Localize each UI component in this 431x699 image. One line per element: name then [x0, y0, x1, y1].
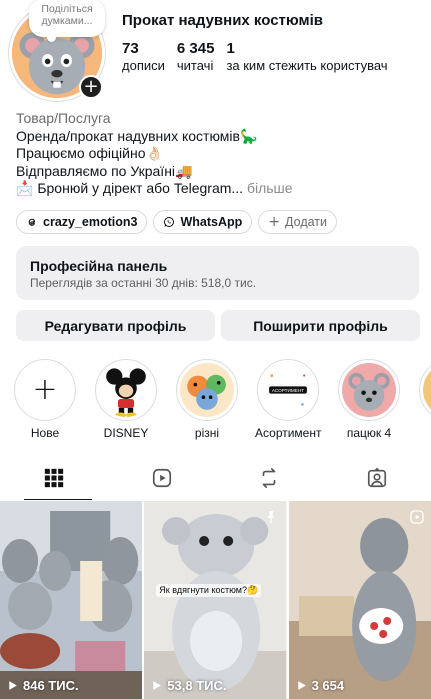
- post-views-count: 53,8 ТИС.: [167, 678, 227, 693]
- highlight-label: DISNEY: [103, 426, 149, 440]
- tab-tagged[interactable]: [323, 456, 431, 500]
- plus-icon: +: [32, 372, 58, 407]
- mickey-image: [99, 363, 153, 417]
- tab-posts-grid[interactable]: [0, 456, 108, 500]
- whatsapp-icon: [164, 217, 175, 227]
- reposts-icon: [263, 468, 276, 488]
- post-views: 3 654: [295, 678, 345, 693]
- tab-reposts[interactable]: [216, 456, 324, 500]
- bio-line: Оренда/прокат надувних костюмів🦕: [16, 127, 258, 144]
- assortment-cover-image: АСОРТИМЕНТ: [261, 363, 315, 417]
- stat-following-label: за ким стежить користувач: [226, 58, 388, 73]
- bio-line: Працюємо офіційно👌🏻: [16, 145, 163, 161]
- profile-avatar-wrap[interactable]: + Поділіться думками...: [9, 0, 109, 105]
- bio-line: 📩 Бронюй у дірект або Telegram...: [16, 180, 244, 196]
- post-overlay-caption: Як вдягнути костюм?🤔: [156, 584, 262, 597]
- grid-icon: [44, 468, 64, 488]
- highlight-label: пацюк 4: [346, 426, 392, 440]
- panel-title: Професійна панель: [30, 258, 168, 274]
- story-highlights: + Нове DISNEY різні АСОРТИМЕНТ Асортимен…: [12, 359, 431, 445]
- professional-dashboard[interactable]: Професійна панель Переглядів за останні …: [16, 246, 419, 300]
- play-icon: [297, 681, 306, 690]
- post-thumbnail[interactable]: Як вдягнути костюм?🤔 53,8 ТИС.: [144, 501, 287, 699]
- play-icon: [153, 681, 162, 690]
- stat-followers[interactable]: 6 345 читачі: [177, 40, 215, 74]
- stat-followers-count: 6 345: [176, 40, 215, 57]
- threads-link-chip[interactable]: crazy_emotion3: [16, 210, 148, 234]
- profile-stats: 73 дописи 6 345 читачі 1 за ким стежить …: [122, 40, 400, 74]
- highlight-patsiuk4-circle[interactable]: [338, 359, 400, 421]
- share-profile-button[interactable]: Поширити профіль: [221, 310, 420, 341]
- stat-followers-label: читачі: [176, 58, 214, 73]
- bio-last-line: 📩 Бронюй у дірект або Telegram... більше: [16, 180, 293, 198]
- post-photo: [0, 501, 143, 699]
- rat-cover-image: [342, 363, 396, 417]
- highlight-new[interactable]: + Нове: [12, 359, 78, 440]
- bio-category: Товар/Послуга: [16, 110, 111, 126]
- note-bubble[interactable]: Поділіться думками...: [29, 0, 105, 42]
- highlight-label: Асортимент: [255, 426, 322, 440]
- bio: Товар/Послуга Оренда/прокат надувних кос…: [16, 110, 293, 198]
- post-views-count: 846 ТИС.: [23, 678, 79, 693]
- tagged-icon: [368, 467, 387, 488]
- posts-grid: 846 ТИС. Як вдягнути костюм?🤔 53,8 ТИС.: [0, 501, 431, 699]
- highlight-partial-circle[interactable]: [419, 359, 431, 421]
- panel-subtitle: Переглядів за останні 30 днів: 518,0 тис…: [30, 276, 257, 290]
- post-views: 846 ТИС.: [6, 678, 79, 693]
- stat-posts[interactable]: 73 дописи: [122, 40, 165, 74]
- stat-posts-count: 73: [122, 40, 139, 57]
- profile-links: crazy_emotion3 WhatsApp + Додати: [16, 210, 337, 234]
- post-thumbnail[interactable]: 3 654: [288, 501, 431, 699]
- bio-more-link[interactable]: більше: [243, 180, 293, 196]
- tab-reels[interactable]: [108, 456, 216, 500]
- highlight-assortment[interactable]: АСОРТИМЕНТ Асортимент: [255, 359, 321, 440]
- highlight-rizni-circle[interactable]: [176, 359, 238, 421]
- profile-name: Прокат надувних костюмів: [122, 12, 323, 29]
- highlight-disney[interactable]: DISNEY: [93, 359, 159, 440]
- whatsapp-link-chip[interactable]: WhatsApp: [153, 210, 253, 234]
- stat-posts-label: дописи: [122, 58, 165, 73]
- highlight-new-circle[interactable]: +: [14, 359, 76, 421]
- post-photo: [144, 501, 287, 699]
- cartoon-characters-image: [180, 363, 234, 417]
- highlight-cover-image: [423, 363, 431, 417]
- profile-tabs: [0, 456, 431, 500]
- assortment-cover-text: АСОРТИМЕНТ: [272, 388, 304, 393]
- highlight-disney-circle[interactable]: [95, 359, 157, 421]
- reels-icon: [152, 468, 171, 488]
- pin-icon: [266, 511, 275, 523]
- threads-icon: [28, 218, 36, 226]
- highlight-label: Нове: [30, 426, 60, 440]
- highlight-partial[interactable]: д: [417, 359, 431, 440]
- post-thumbnail[interactable]: 846 ТИС.: [0, 501, 143, 699]
- stat-following-count: 1: [226, 40, 235, 57]
- plus-icon: +: [268, 214, 281, 230]
- highlight-assortment-circle[interactable]: АСОРТИМЕНТ: [257, 359, 319, 421]
- highlight-label: д: [417, 426, 431, 440]
- highlight-patsiuk4[interactable]: пацюк 4: [336, 359, 402, 440]
- post-views: 53,8 ТИС.: [150, 678, 227, 693]
- whatsapp-link-label: WhatsApp: [180, 215, 243, 229]
- reel-icon: [410, 510, 424, 524]
- add-story-button[interactable]: +: [79, 75, 103, 99]
- highlight-label: різні: [194, 426, 220, 440]
- highlight-rizni[interactable]: різні: [174, 359, 240, 440]
- add-link-label: Додати: [285, 215, 327, 229]
- edit-profile-button[interactable]: Редагувати профіль: [16, 310, 215, 341]
- post-views-count: 3 654: [311, 678, 345, 693]
- threads-link-label: crazy_emotion3: [43, 215, 138, 229]
- bio-line: Відправляємо по Україні🚚: [16, 162, 193, 179]
- play-icon: [9, 681, 17, 690]
- stat-following[interactable]: 1 за ким стежить користувач: [226, 40, 387, 74]
- profile-actions: Редагувати профіль Поширити профіль: [16, 310, 420, 341]
- post-photo: [288, 501, 431, 699]
- add-link-chip[interactable]: + Додати: [258, 210, 337, 234]
